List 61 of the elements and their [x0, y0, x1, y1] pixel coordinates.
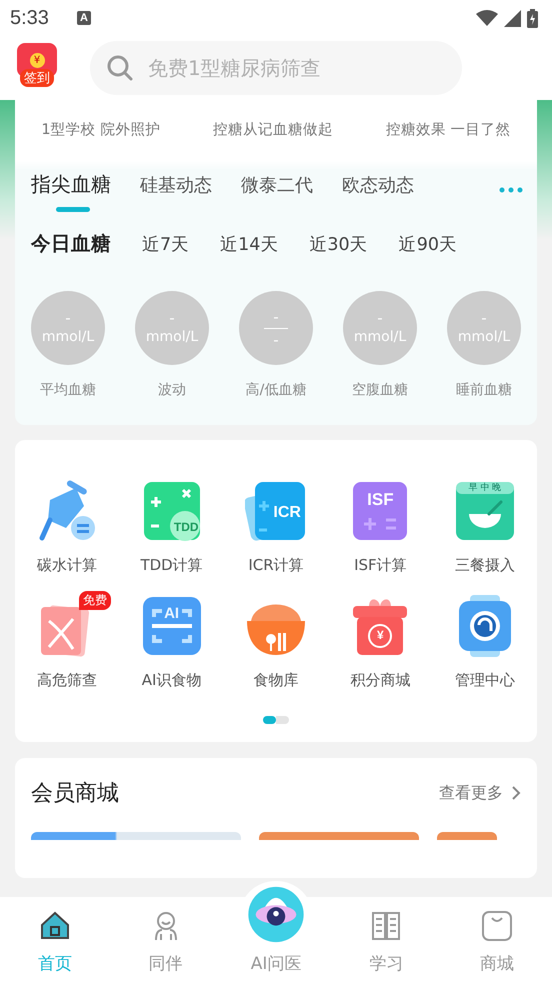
stat-value: -	[377, 309, 383, 327]
stat-value: -	[65, 309, 71, 327]
device-tab[interactable]: 微泰二代	[241, 166, 313, 212]
calculator-icon	[244, 480, 307, 542]
tool-label[interactable]: 积分商城	[350, 671, 410, 690]
tool-label[interactable]: 高危筛查	[37, 671, 98, 690]
period-tab[interactable]: 近30天	[309, 232, 368, 256]
view-more-link[interactable]: 查看更多	[439, 782, 503, 804]
notification-icon: A	[76, 11, 91, 25]
book-icon	[370, 910, 402, 942]
free-badge: 免费	[79, 591, 112, 610]
period-tab[interactable]: 近90天	[398, 232, 457, 256]
icon-text: TDD	[174, 520, 199, 534]
stat-label: 睡前血糖	[456, 381, 512, 399]
chevron-icon	[511, 785, 521, 801]
stat-value: -	[273, 330, 279, 348]
icon-text: AI	[164, 605, 180, 622]
icon-text: ¥	[377, 628, 384, 642]
section-title: 会员商城	[31, 780, 120, 808]
stat-label: 平均血糖	[40, 381, 96, 399]
bowl-icon	[454, 480, 515, 542]
icon-text: 早 中 晚	[468, 482, 502, 494]
device-tab[interactable]: 指尖血糖	[31, 165, 111, 214]
tool-label[interactable]: 食物库	[253, 671, 298, 690]
feature-subtitle: 控糖从记血糖做起	[213, 121, 334, 139]
status-time: 5:33	[10, 6, 49, 30]
feature-subtitle: 控糖效果 一目了然	[386, 121, 511, 139]
stat-value: -	[481, 309, 487, 327]
scan-icon	[142, 595, 202, 657]
period-tab[interactable]: 今日血糖	[31, 230, 111, 257]
period-tab[interactable]: 近14天	[220, 232, 278, 256]
product-card[interactable]	[437, 832, 497, 840]
product-card[interactable]	[31, 832, 241, 840]
tool-label[interactable]: 碳水计算	[37, 556, 98, 575]
feature-subtitle: 1型学校 院外照护	[41, 120, 160, 139]
calculator-icon	[352, 480, 408, 542]
search-icon	[106, 54, 134, 82]
tool-label[interactable]: 三餐摄入	[454, 556, 515, 575]
tool-label[interactable]: ISF计算	[354, 556, 407, 575]
wifi-icon	[476, 10, 498, 26]
tool-label[interactable]: 管理中心	[454, 671, 515, 690]
stat-label: 高/低血糖	[246, 381, 306, 399]
search-field[interactable]: 免费1型糖尿病筛查	[90, 41, 462, 95]
device-tab[interactable]: 欧态动态	[342, 166, 414, 212]
icon-text: ICR	[273, 504, 301, 522]
home-icon	[39, 910, 72, 942]
tool-label[interactable]: ICR计算	[248, 556, 304, 575]
battery-icon	[527, 8, 538, 28]
tool-label[interactable]: AI识食物	[142, 671, 202, 690]
icon-text: ISF	[367, 490, 394, 510]
stat-label: 空腹血糖	[352, 381, 408, 399]
tool-label[interactable]: TDD计算	[140, 556, 203, 575]
bag-icon	[480, 910, 513, 942]
stat-value: -	[273, 308, 279, 326]
stat-label: 波动	[158, 381, 186, 399]
more-icon[interactable]	[499, 186, 523, 192]
signal-icon	[504, 10, 521, 26]
period-tab[interactable]: 近7天	[142, 232, 190, 256]
device-tab[interactable]: 硅基动态	[140, 166, 212, 212]
calculator-icon	[142, 480, 201, 542]
stat-value: -	[169, 309, 175, 327]
